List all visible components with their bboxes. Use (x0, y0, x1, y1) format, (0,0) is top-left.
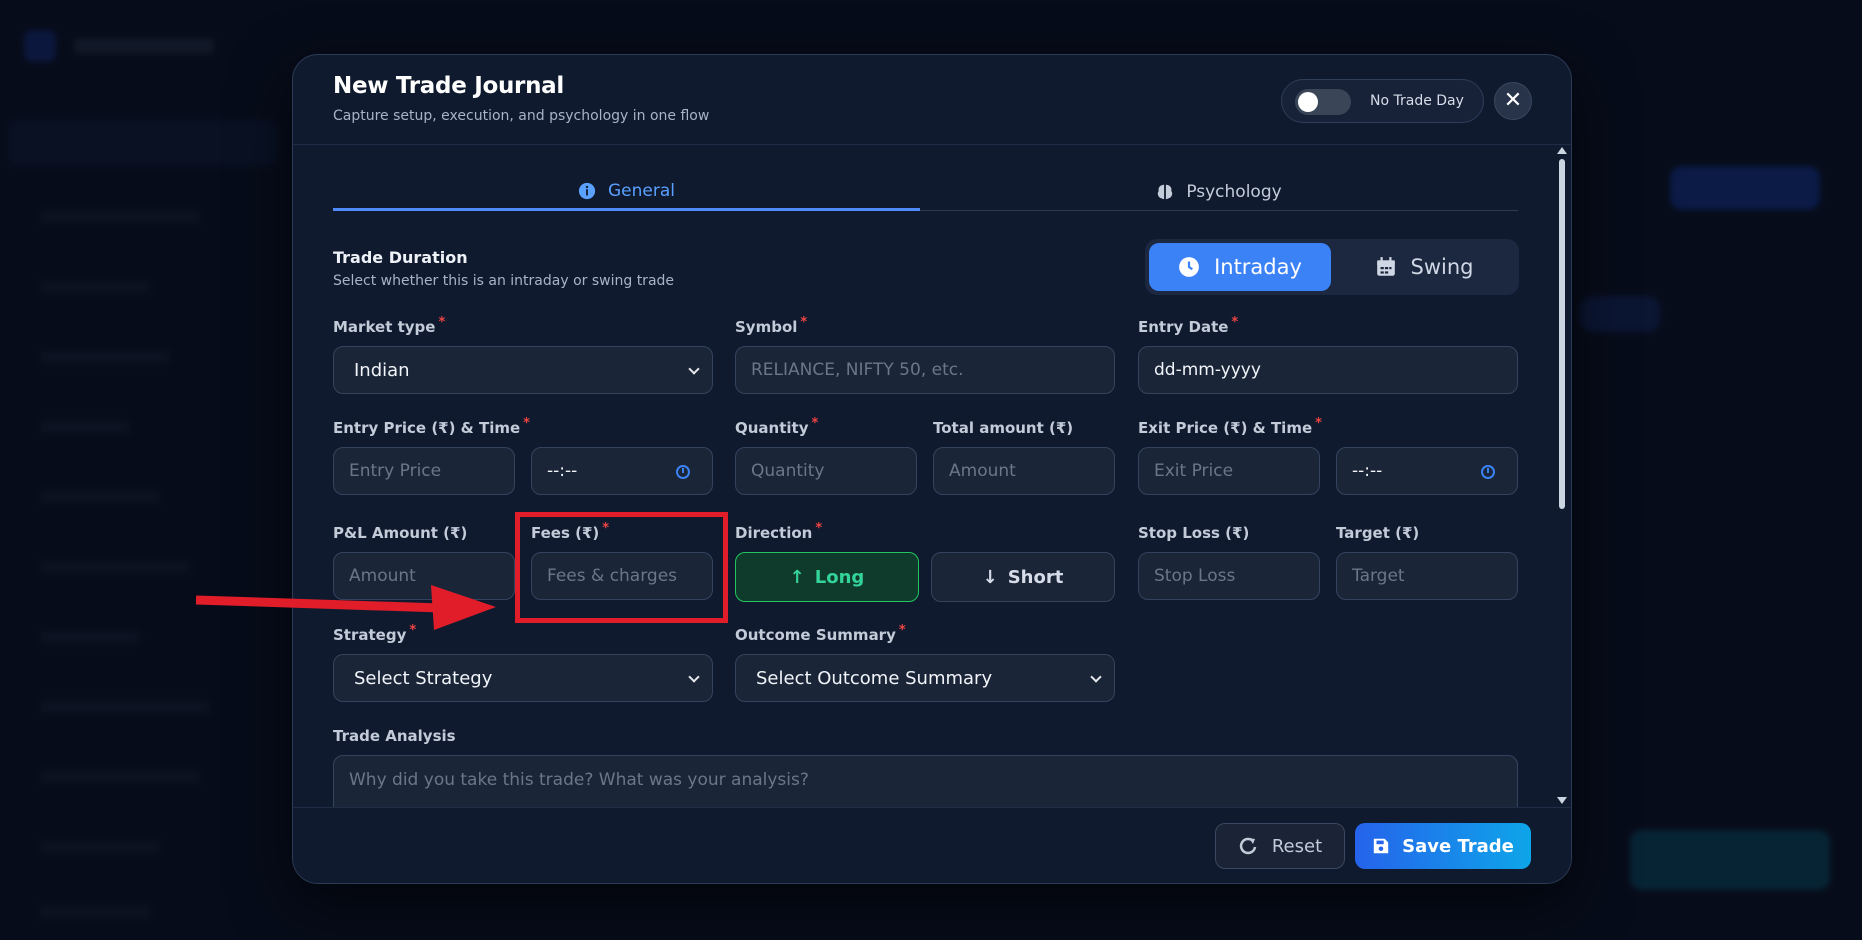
calendar-icon (1376, 257, 1395, 276)
quantity-placeholder: Quantity (751, 461, 825, 481)
scroll-thumb[interactable] (1559, 159, 1565, 509)
total-amount-input[interactable]: Amount (933, 447, 1115, 495)
arrow-up-icon: ↑ (789, 566, 805, 588)
long-button[interactable]: ↑ Long (735, 552, 919, 602)
stop-loss-input[interactable]: Stop Loss (1138, 552, 1320, 600)
quantity-input[interactable]: Quantity (735, 447, 917, 495)
exit-price-label: Exit Price (₹) & Time * (1138, 416, 1322, 437)
no-trade-day-toggle-group[interactable]: No Trade Day (1281, 79, 1484, 123)
market-type-select[interactable]: Indian (333, 346, 713, 394)
target-label: Target (₹) (1336, 524, 1420, 542)
chevron-down-icon (688, 363, 700, 375)
symbol-label: Symbol * (735, 315, 808, 336)
target-input[interactable]: Target (1336, 552, 1518, 600)
tab-general[interactable]: General (333, 173, 920, 211)
strategy-select[interactable]: Select Strategy (333, 654, 713, 702)
trade-journal-modal: New Trade Journal Capture setup, executi… (292, 54, 1572, 884)
arrow-down-icon: ↓ (982, 566, 998, 588)
brain-icon (1158, 184, 1173, 200)
intraday-label: Intraday (1214, 255, 1302, 279)
entry-date-value: dd-mm-yyyy (1154, 360, 1261, 380)
save-trade-button[interactable]: Save Trade (1355, 823, 1531, 869)
entry-price-placeholder: Entry Price (349, 461, 442, 481)
swing-label: Swing (1410, 255, 1474, 279)
exit-price-input[interactable]: Exit Price (1138, 447, 1320, 495)
reset-icon (1239, 837, 1257, 855)
exit-time-input[interactable]: --:-- (1336, 447, 1518, 495)
stop-loss-placeholder: Stop Loss (1154, 566, 1236, 586)
symbol-placeholder: RELIANCE, NIFTY 50, etc. (751, 360, 964, 380)
close-button[interactable]: ✕ (1494, 82, 1532, 120)
save-trade-label: Save Trade (1402, 835, 1514, 857)
trade-analysis-placeholder: Why did you take this trade? What was yo… (349, 770, 809, 790)
trade-analysis-label: Trade Analysis (333, 727, 456, 745)
modal-header: New Trade Journal Capture setup, executi… (293, 55, 1571, 145)
tab-psychology[interactable]: Psychology (920, 173, 1518, 211)
market-type-label: Market type * (333, 315, 446, 336)
modal-subtitle: Capture setup, execution, and psychology… (333, 108, 710, 124)
entry-time-value: --:-- (547, 461, 578, 481)
short-button[interactable]: ↓ Short (931, 552, 1115, 602)
duration-segmented-control: Intraday Swing (1145, 239, 1519, 295)
entry-date-label: Entry Date * (1138, 315, 1239, 336)
no-trade-day-label: No Trade Day (1370, 93, 1464, 109)
stop-loss-label: Stop Loss (₹) (1138, 524, 1250, 542)
trade-duration-title: Trade Duration (333, 248, 468, 267)
swing-button[interactable]: Swing (1333, 243, 1515, 291)
outcome-summary-value: Select Outcome Summary (756, 667, 993, 689)
entry-price-input[interactable]: Entry Price (333, 447, 515, 495)
target-placeholder: Target (1352, 566, 1405, 586)
annotation-arrow-icon (196, 585, 496, 630)
entry-date-input[interactable]: dd-mm-yyyy (1138, 346, 1518, 394)
tab-general-label: General (608, 180, 675, 201)
toggle-knob (1298, 92, 1318, 112)
entry-price-label: Entry Price (₹) & Time * (333, 416, 530, 437)
quantity-label: Quantity * (735, 416, 819, 437)
reset-button[interactable]: Reset (1215, 823, 1345, 869)
save-icon (1373, 838, 1389, 854)
scroll-down-icon[interactable] (1557, 797, 1567, 804)
strategy-value: Select Strategy (354, 667, 493, 689)
short-label: Short (1007, 566, 1064, 588)
exit-price-placeholder: Exit Price (1154, 461, 1234, 481)
modal-scrollbar[interactable] (1557, 147, 1567, 807)
direction-label: Direction * (735, 521, 823, 542)
clock-icon[interactable] (1481, 465, 1495, 479)
intraday-button[interactable]: Intraday (1149, 243, 1331, 291)
outcome-summary-label: Outcome Summary * (735, 623, 906, 644)
clock-icon (1179, 257, 1199, 277)
clock-icon[interactable] (676, 465, 690, 479)
info-icon (578, 182, 596, 199)
entry-time-input[interactable]: --:-- (531, 447, 713, 495)
form-tabs: General Psychology (333, 173, 1518, 211)
symbol-input[interactable]: RELIANCE, NIFTY 50, etc. (735, 346, 1115, 394)
no-trade-day-toggle[interactable] (1295, 89, 1351, 115)
outcome-summary-select[interactable]: Select Outcome Summary (735, 654, 1115, 702)
chevron-down-icon (688, 671, 700, 683)
chevron-down-icon (1090, 671, 1102, 683)
total-amount-placeholder: Amount (949, 461, 1016, 481)
total-amount-label: Total amount (₹) (933, 419, 1074, 437)
market-type-value: Indian (354, 359, 410, 381)
modal-title: New Trade Journal (333, 73, 564, 99)
tab-psychology-label: Psychology (1186, 182, 1282, 202)
scroll-up-icon[interactable] (1557, 147, 1567, 154)
pnl-label: P&L Amount (₹) (333, 524, 468, 542)
close-icon: ✕ (1503, 88, 1523, 113)
annotation-highlight-box (515, 512, 728, 623)
reset-label: Reset (1271, 835, 1323, 857)
trade-duration-subtitle: Select whether this is an intraday or sw… (333, 273, 675, 289)
long-label: Long (814, 566, 865, 588)
exit-time-value: --:-- (1352, 461, 1383, 481)
